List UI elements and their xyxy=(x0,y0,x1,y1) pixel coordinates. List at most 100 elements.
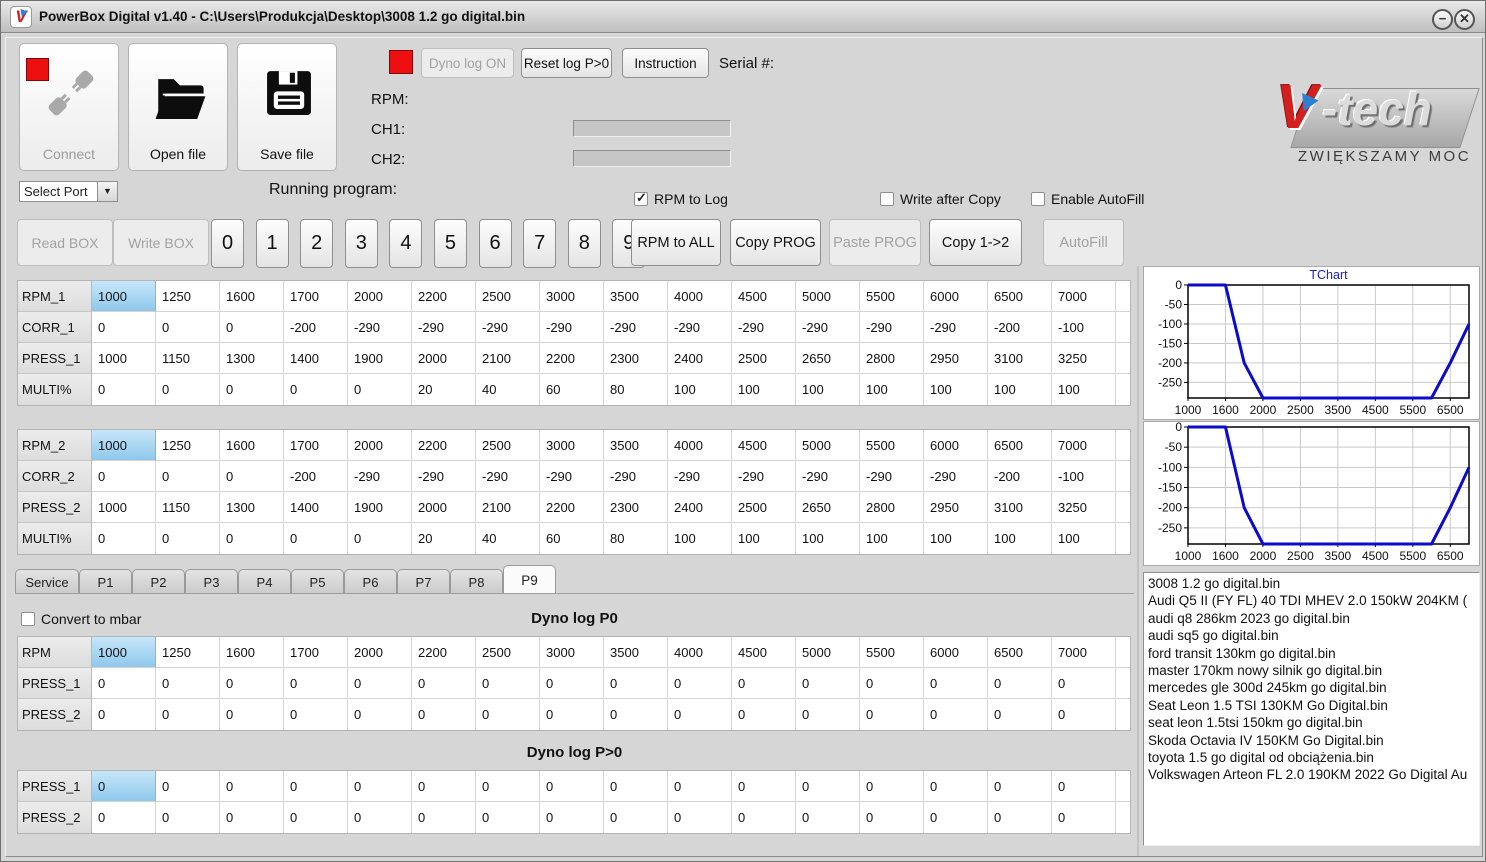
table-cell[interactable]: 2950 xyxy=(924,492,988,523)
table-cell[interactable]: 0 xyxy=(732,802,796,833)
table-cell[interactable]: -290 xyxy=(668,312,732,343)
table-cell[interactable]: 0 xyxy=(540,771,604,802)
table-cell[interactable]: 40 xyxy=(476,523,540,554)
table-cell[interactable]: 40 xyxy=(476,374,540,405)
table-cell[interactable]: 3000 xyxy=(540,281,604,312)
read-box-button[interactable]: Read BOX xyxy=(17,219,113,266)
table-cell[interactable]: 2300 xyxy=(604,343,668,374)
table-cell[interactable]: 100 xyxy=(668,374,732,405)
enable-autofill-checkbox-box[interactable] xyxy=(1031,192,1045,206)
table-cell[interactable]: 100 xyxy=(924,523,988,554)
table-cell[interactable]: 0 xyxy=(156,461,220,492)
write-after-copy-checkbox-box[interactable] xyxy=(880,192,894,206)
table-cell[interactable]: 0 xyxy=(540,668,604,699)
table-cell[interactable]: 3000 xyxy=(540,430,604,461)
table-cell[interactable]: 2000 xyxy=(412,492,476,523)
table-cell[interactable]: 0 xyxy=(348,668,412,699)
table-cell[interactable]: 3250 xyxy=(1052,492,1116,523)
table-cell[interactable]: -290 xyxy=(732,312,796,343)
table-cell[interactable]: 0 xyxy=(668,668,732,699)
table-cell[interactable]: 1250 xyxy=(156,430,220,461)
table-cell[interactable]: 100 xyxy=(988,523,1052,554)
reset-log-button[interactable]: Reset log P>0 xyxy=(521,48,612,78)
table-cell[interactable]: 7000 xyxy=(1052,281,1116,312)
tab-p4[interactable]: P4 xyxy=(238,569,291,594)
table-cell[interactable]: 0 xyxy=(348,374,412,405)
table-cell[interactable]: 0 xyxy=(988,771,1052,802)
file-item[interactable]: Audi Q5 II (FY FL) 40 TDI MHEV 2.0 150kW… xyxy=(1148,592,1475,609)
table-cell[interactable]: 0 xyxy=(796,771,860,802)
tab-p1[interactable]: P1 xyxy=(79,569,132,594)
digit-button-1[interactable]: 1 xyxy=(255,219,289,268)
table-cell[interactable]: 0 xyxy=(924,771,988,802)
table-cell[interactable]: 1600 xyxy=(220,281,284,312)
table-cell[interactable]: 100 xyxy=(668,523,732,554)
table-cell[interactable]: 60 xyxy=(540,374,604,405)
table-cell[interactable]: 2400 xyxy=(668,343,732,374)
table-cell[interactable]: 2800 xyxy=(860,343,924,374)
table-cell[interactable]: 2800 xyxy=(860,492,924,523)
table-cell[interactable]: -290 xyxy=(348,461,412,492)
table-cell[interactable]: 0 xyxy=(604,771,668,802)
tab-p2[interactable]: P2 xyxy=(132,569,185,594)
table-cell[interactable]: 0 xyxy=(92,699,156,730)
close-button[interactable]: ✕ xyxy=(1454,9,1475,30)
table-cell[interactable]: -290 xyxy=(412,312,476,343)
tab-p9[interactable]: P9 xyxy=(503,565,556,594)
table-cell[interactable]: 0 xyxy=(924,668,988,699)
table-cell[interactable]: 100 xyxy=(924,374,988,405)
table-cell[interactable]: 0 xyxy=(284,802,348,833)
table-cell[interactable]: 0 xyxy=(604,668,668,699)
table-cell[interactable]: 0 xyxy=(796,802,860,833)
table-cell[interactable]: 2950 xyxy=(924,343,988,374)
table-cell[interactable]: 0 xyxy=(476,668,540,699)
minimize-button[interactable]: − xyxy=(1432,9,1453,30)
table-cell[interactable]: -200 xyxy=(284,461,348,492)
table-cell[interactable]: 0 xyxy=(476,802,540,833)
table-cell[interactable]: 0 xyxy=(476,771,540,802)
table-cell[interactable]: 100 xyxy=(988,374,1052,405)
table-cell[interactable]: -290 xyxy=(732,461,796,492)
table-cell[interactable]: 1000 xyxy=(92,637,156,668)
write-after-copy-checkbox[interactable]: Write after Copy xyxy=(880,191,1001,207)
table-cell[interactable]: -290 xyxy=(924,461,988,492)
table-cell[interactable]: 0 xyxy=(860,699,924,730)
table-cell[interactable]: 100 xyxy=(732,523,796,554)
tab-p6[interactable]: P6 xyxy=(344,569,397,594)
table-cell[interactable]: 0 xyxy=(220,523,284,554)
table-cell[interactable]: -100 xyxy=(1052,461,1116,492)
instruction-button[interactable]: Instruction xyxy=(622,48,709,78)
table-cell[interactable]: 0 xyxy=(412,802,476,833)
file-item[interactable]: Skoda Octavia IV 150KM Go Digital.bin xyxy=(1148,732,1475,749)
table-cell[interactable]: 1000 xyxy=(92,343,156,374)
table-cell[interactable]: 2300 xyxy=(604,492,668,523)
table-cell[interactable]: 0 xyxy=(284,699,348,730)
table-cell[interactable]: 1400 xyxy=(284,343,348,374)
table-cell[interactable]: 3000 xyxy=(540,637,604,668)
table-cell[interactable]: 3250 xyxy=(1052,343,1116,374)
table-cell[interactable]: 0 xyxy=(860,668,924,699)
table-cell[interactable]: -290 xyxy=(348,312,412,343)
table-cell[interactable]: 0 xyxy=(156,668,220,699)
table-cell[interactable]: 1000 xyxy=(92,430,156,461)
table-cell[interactable]: 0 xyxy=(1052,699,1116,730)
tab-service[interactable]: Service xyxy=(15,569,79,594)
file-item[interactable]: toyota 1.5 go digital od obciążenia.bin xyxy=(1148,749,1475,766)
table-cell[interactable]: 0 xyxy=(1052,802,1116,833)
table-cell[interactable]: 100 xyxy=(796,523,860,554)
rpm-to-log-checkbox-box[interactable] xyxy=(634,190,648,206)
connect-button[interactable]: Connect xyxy=(19,43,119,171)
table-cell[interactable]: 0 xyxy=(220,374,284,405)
port-select[interactable]: Select Port ▼ xyxy=(19,181,118,202)
table-cell[interactable]: 0 xyxy=(1052,771,1116,802)
table-cell[interactable]: 6000 xyxy=(924,281,988,312)
table-cell[interactable]: 1900 xyxy=(348,343,412,374)
table-cell[interactable]: 5000 xyxy=(796,281,860,312)
table-cell[interactable]: 2200 xyxy=(540,343,604,374)
table-cell[interactable]: 4000 xyxy=(668,430,732,461)
table-cell[interactable]: 0 xyxy=(92,802,156,833)
chevron-down-icon[interactable]: ▼ xyxy=(97,182,117,201)
table-cell[interactable]: 0 xyxy=(860,771,924,802)
table-cell[interactable]: 5000 xyxy=(796,637,860,668)
table-cell[interactable]: 0 xyxy=(284,771,348,802)
